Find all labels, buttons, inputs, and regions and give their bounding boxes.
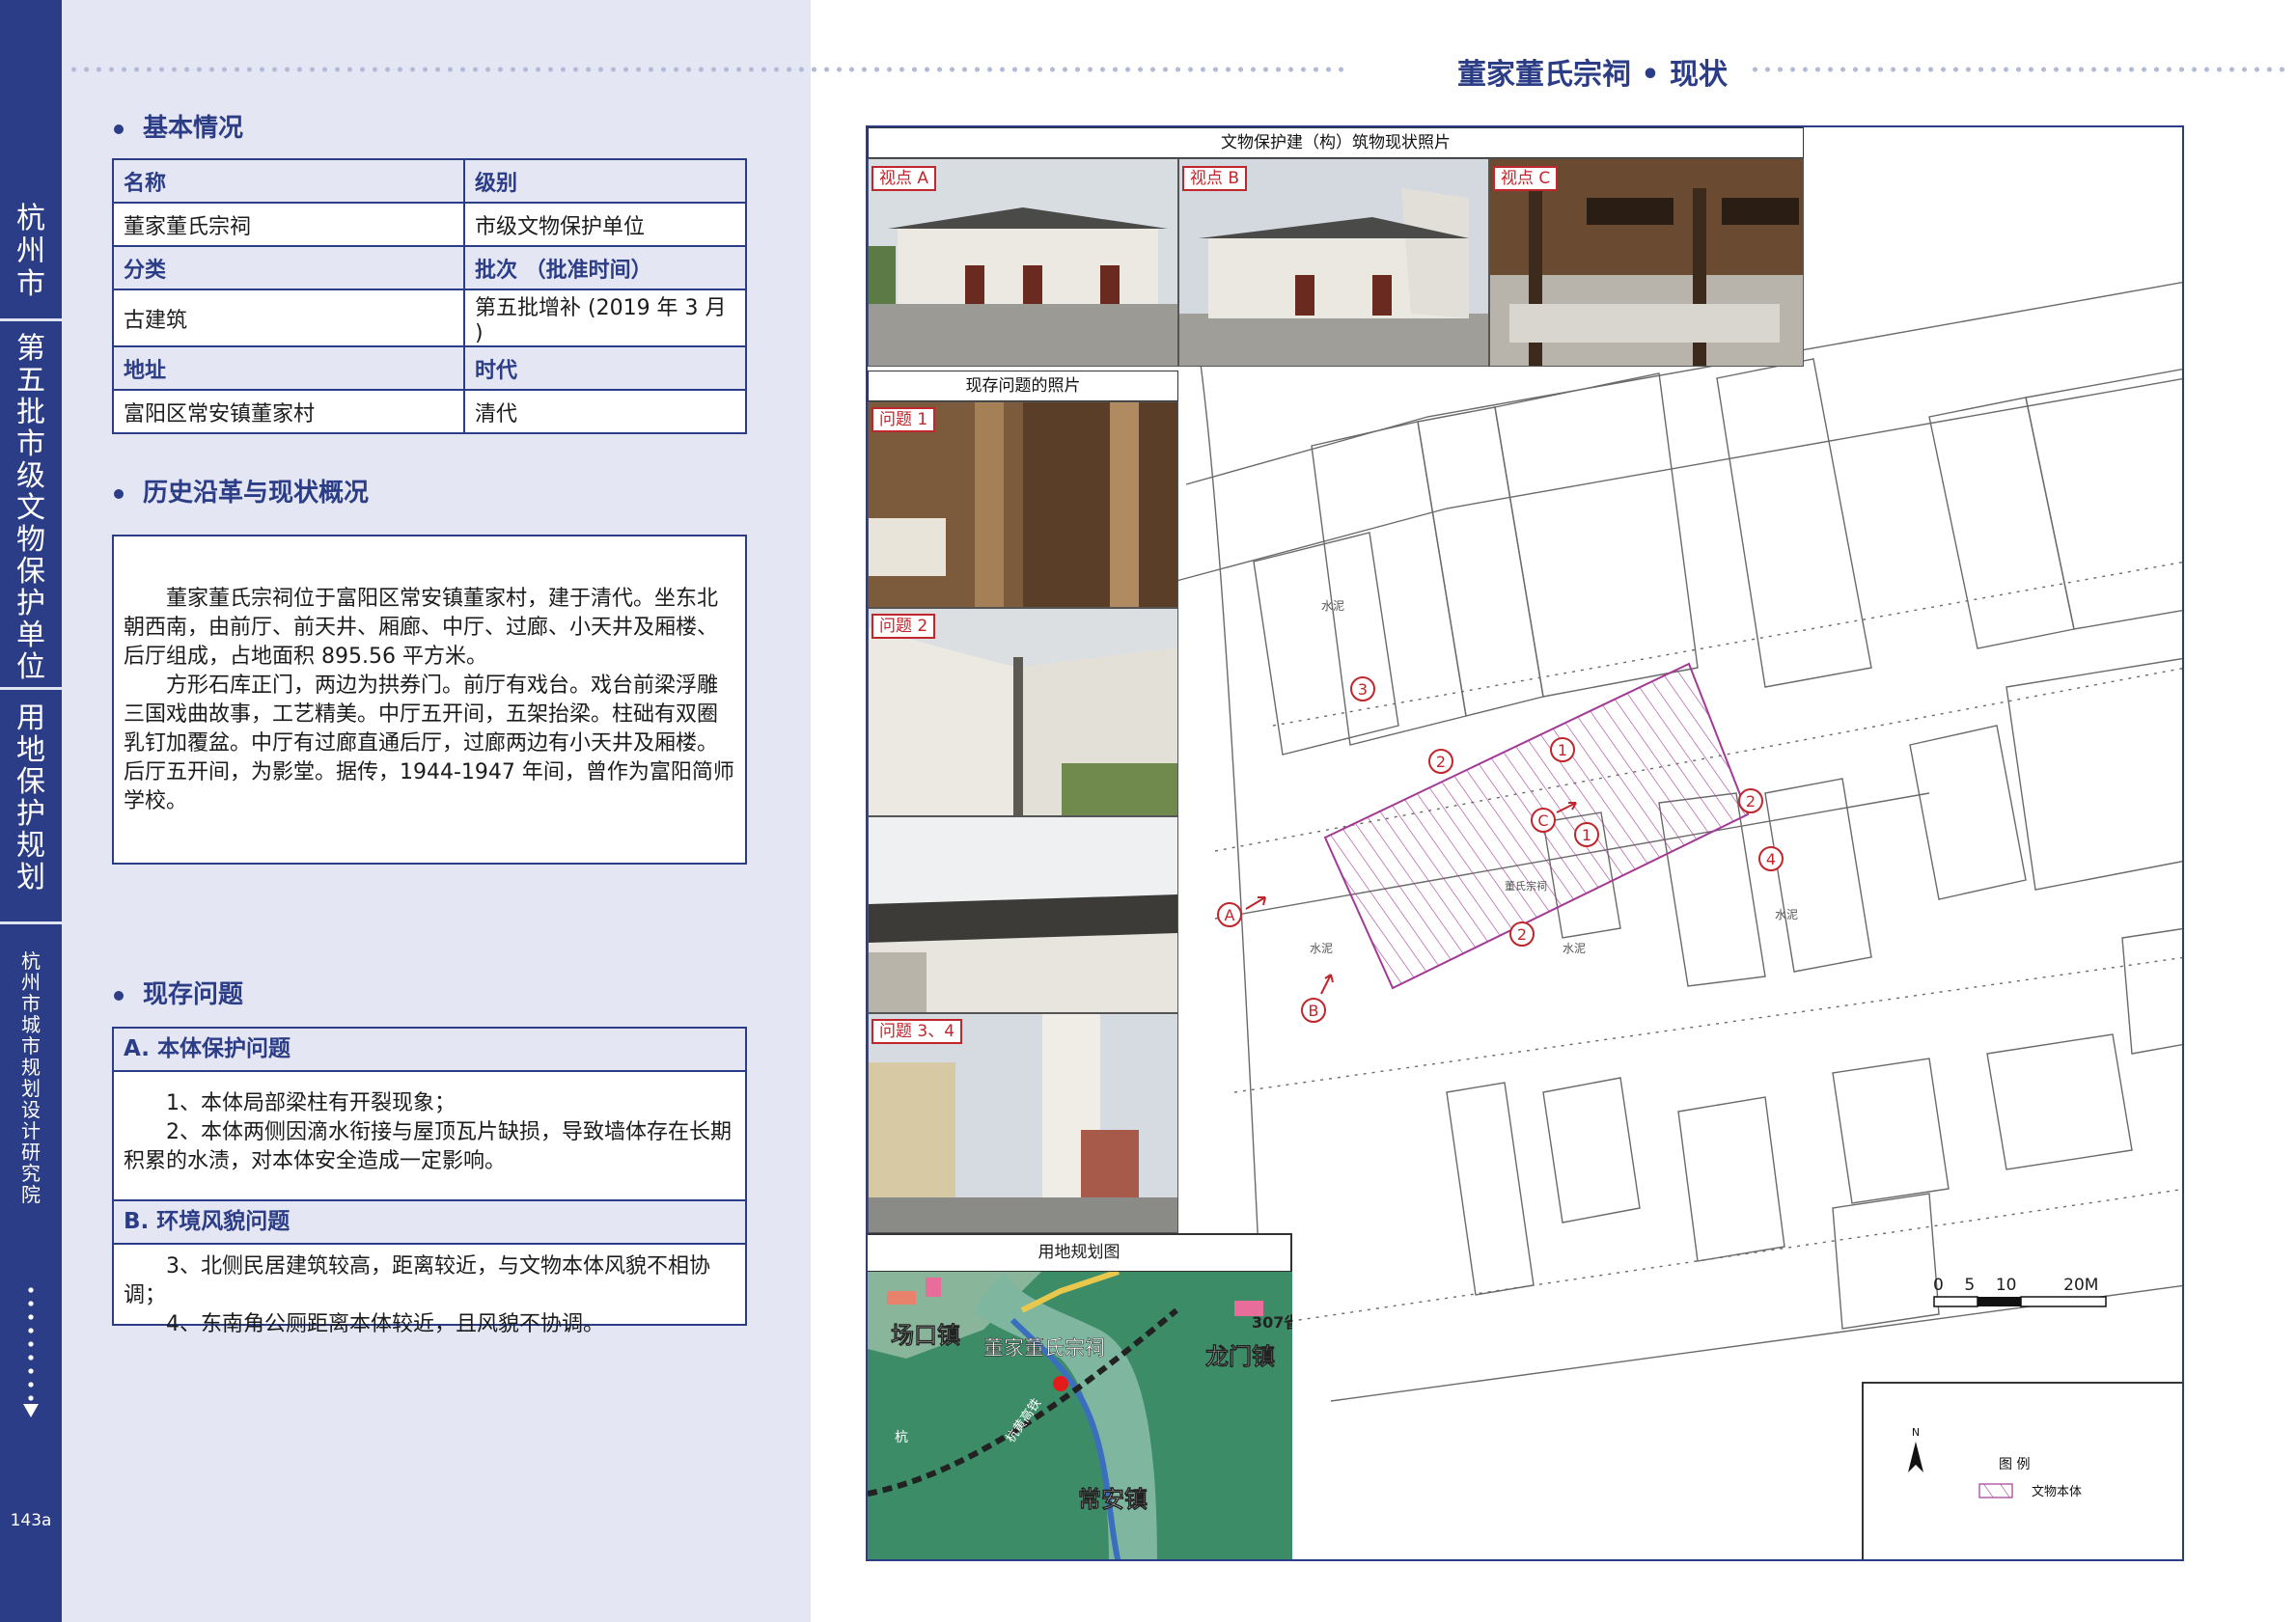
page-number: 143a xyxy=(10,1511,52,1530)
legend-title: 图 例 xyxy=(1999,1457,2030,1472)
table-cell: 富阳区常安镇董家村 xyxy=(112,389,465,434)
sidebar-city: 杭州市 xyxy=(16,202,45,301)
site-label: 董氏宗祠 xyxy=(1505,879,1547,893)
svg-text:A: A xyxy=(1225,906,1235,924)
problems-box: A. 本体保护问题 1、本体局部梁柱有开裂现象； 2、本体两侧因滴水衔接与屋顶瓦… xyxy=(112,1027,747,1336)
problem-group-heading: A. 本体保护问题 xyxy=(114,1029,745,1072)
svg-text:2: 2 xyxy=(1517,925,1527,944)
history-text-box: 董家董氏宗祠位于富阳区常安镇董家村，建于清代。坐东北朝西南，由前厅、前天井、厢廊… xyxy=(112,535,747,865)
site-label: 董家董氏宗祠 xyxy=(983,1336,1105,1360)
map-label: 杭 xyxy=(895,1430,908,1445)
sidebar-institute: 杭州市城市规划设计研究院 xyxy=(21,949,41,1206)
road-label: 307省 xyxy=(1252,1313,1292,1332)
history-paragraph: 方形石库正门，两边为拱券门。前厅有戏台。戏台前梁浮雕三国戏曲故事，工艺精美。中厅… xyxy=(124,674,734,813)
map-label: 水泥 xyxy=(1321,599,1344,613)
table-cell: 级别 xyxy=(463,158,747,204)
problem-item: 3、北侧民居建筑较高，距离较近，与文物本体风貌不相协调； xyxy=(124,1254,710,1307)
table-cell: 市级文物保护单位 xyxy=(463,202,747,247)
table-cell: 分类 xyxy=(112,245,465,290)
table-cell: 批次 （批准时间） xyxy=(463,245,747,290)
viewpoint-a-tag: 视点 A xyxy=(871,166,937,191)
svg-text:4: 4 xyxy=(1766,850,1776,868)
landuse-location-map: 场口镇 董家董氏宗祠 龙门镇 常安镇 307省 杭黄高铁 杭 xyxy=(868,1272,1292,1559)
map-label: 水泥 xyxy=(1310,942,1333,955)
problem-1-tag: 问题 1 xyxy=(871,407,936,432)
problem-item: 1、本体局部梁柱有开裂现象； xyxy=(166,1091,456,1115)
sidebar-divider xyxy=(0,318,62,321)
problem-2-photo xyxy=(868,608,1178,816)
table-cell: 地址 xyxy=(112,345,465,391)
map-label: 水泥 xyxy=(1775,908,1798,921)
map-label: 水泥 xyxy=(1563,942,1586,955)
svg-text:1: 1 xyxy=(1558,741,1567,759)
table-row: 名称 级别 xyxy=(112,158,747,204)
town-label: 常安镇 xyxy=(1078,1486,1148,1513)
viewpoint-b-tag: 视点 B xyxy=(1182,166,1248,191)
table-row: 分类 批次 （批准时间） xyxy=(112,245,747,290)
town-label: 场口镇 xyxy=(891,1322,960,1349)
problem-caption: 现存问题的照片 xyxy=(868,371,1178,401)
section-history: 历史沿革与现状概况 xyxy=(114,473,369,509)
section-title-text: 现存问题 xyxy=(143,980,244,1009)
sidebar: 杭州市 第五批市级文物保护单位 用地保护规划 杭州市城市规划设计研究院 143a xyxy=(0,0,62,1622)
table-row: 古建筑 第五批增补 (2019 年 3 月 ) xyxy=(112,289,747,347)
problem-item: 2、本体两侧因滴水衔接与屋顶瓦片缺损，导致墙体存在长期积累的水渍，对本体安全造成… xyxy=(124,1120,732,1173)
section-basic-info: 基本情况 xyxy=(114,108,243,144)
legend-item: 文物本体 xyxy=(2032,1485,2082,1499)
site-map-frame: 董氏宗祠 水泥 水泥 水泥 水泥 3 2 1 C 1 2 4 2 A B 文物保护建（构）筑… xyxy=(866,125,2184,1561)
landuse-caption: 用地规划图 xyxy=(868,1233,1292,1272)
problem-34-tag: 问题 3、4 xyxy=(871,1019,963,1044)
scale-bar: 0 5 10 20M xyxy=(1933,1276,2107,1308)
svg-text:1: 1 xyxy=(1582,826,1591,844)
problem-1-photo xyxy=(868,401,1178,608)
table-row: 富阳区常安镇董家村 清代 xyxy=(112,389,747,434)
photo-caption: 文物保护建（构）筑物现状照片 xyxy=(868,127,1804,158)
problem-group-heading: B. 环境风貌问题 xyxy=(114,1201,745,1245)
section-title-text: 历史沿革与现状概况 xyxy=(143,479,370,508)
problem-group-body: 3、北侧民居建筑较高，距离较近，与文物本体风貌不相协调； 4、东南角公厕距离本体… xyxy=(114,1245,745,1339)
bullet-icon xyxy=(114,488,124,499)
svg-text:C: C xyxy=(1537,811,1548,830)
history-paragraph: 董家董氏宗祠位于富阳区常安镇董家村，建于清代。坐东北朝西南，由前厅、前天井、厢廊… xyxy=(124,587,719,669)
town-label: 龙门镇 xyxy=(1205,1343,1275,1370)
page-title: 董家董氏宗祠 • 现状 xyxy=(1456,58,1729,92)
sidebar-divider xyxy=(0,687,62,690)
legend-box: N 图 例 文物本体 xyxy=(1862,1382,2182,1559)
section-problems: 现存问题 xyxy=(114,975,243,1010)
problem-34-photo xyxy=(868,1013,1178,1233)
problem-2b-photo xyxy=(868,816,1178,1013)
table-cell: 第五批增补 (2019 年 3 月 ) xyxy=(463,289,747,347)
table-row: 董家董氏宗祠 市级文物保护单位 xyxy=(112,202,747,247)
table-cell: 董家董氏宗祠 xyxy=(112,202,465,247)
problem-item: 4、东南角公厕距离本体较近，且风貌不协调。 xyxy=(166,1312,604,1336)
bullet-icon xyxy=(114,124,124,134)
scale-label: 0 5 10 20M xyxy=(1933,1276,2099,1295)
basic-info-table: 名称 级别 董家董氏宗祠 市级文物保护单位 分类 批次 （批准时间） 古建筑 第五批增补… xyxy=(112,158,747,434)
sidebar-section: 用地保护规划 xyxy=(16,701,45,894)
north-arrow-icon xyxy=(1908,1442,1923,1472)
problem-2-tag: 问题 2 xyxy=(871,614,936,639)
bullet-icon xyxy=(114,990,124,1001)
scale-bar-graphic xyxy=(1933,1296,2107,1307)
table-cell: 清代 xyxy=(463,389,747,434)
arrow-down-icon xyxy=(23,1404,39,1417)
table-cell: 名称 xyxy=(112,158,465,204)
north-label: N xyxy=(1912,1426,1920,1439)
svg-text:2: 2 xyxy=(1746,792,1756,811)
dotted-line-icon xyxy=(27,1283,35,1409)
problem-group-body: 1、本体局部梁柱有开裂现象； 2、本体两侧因滴水衔接与屋顶瓦片缺损，导致墙体存在… xyxy=(114,1072,745,1201)
dotted-rule xyxy=(68,66,1351,73)
table-cell: 古建筑 xyxy=(112,289,465,347)
section-title-text: 基本情况 xyxy=(143,114,244,143)
svg-text:3: 3 xyxy=(1358,680,1368,699)
svg-text:B: B xyxy=(1309,1002,1319,1020)
viewpoint-c-tag: 视点 C xyxy=(1493,166,1559,191)
table-cell: 时代 xyxy=(463,345,747,391)
svg-text:2: 2 xyxy=(1436,753,1446,771)
legend-swatch xyxy=(1978,1483,2013,1498)
table-row: 地址 时代 xyxy=(112,345,747,391)
sidebar-divider xyxy=(0,921,62,924)
sidebar-category: 第五批市级文物保护单位 xyxy=(16,332,45,684)
